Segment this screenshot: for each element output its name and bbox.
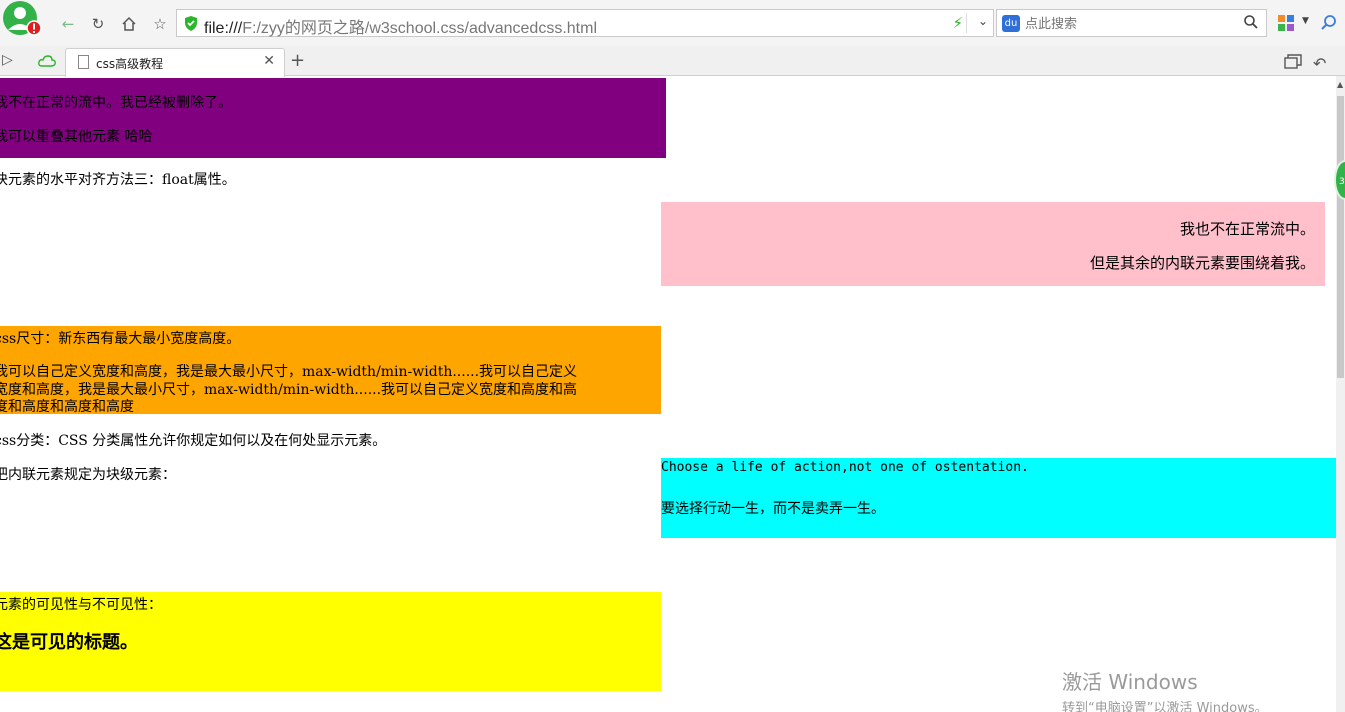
orange-box-title: css尺寸：新东西有最大最小宽度高度。: [0, 331, 241, 347]
speed-mode-icon[interactable]: ⚡: [952, 14, 963, 32]
home-button[interactable]: [117, 12, 141, 36]
address-bar[interactable]: file:///F:/zyy的网页之路/w3school.css/advance…: [176, 9, 994, 37]
scroll-up-icon[interactable]: ▲: [1337, 80, 1343, 89]
purple-absolute-box: 我不在正常的流中。我已经被删除了。 我可以重叠其他元素 哈哈: [0, 78, 666, 158]
tab-strip: ▷ css高级教程 ✕ + ↶: [0, 46, 1345, 77]
float-heading: 块元素的水平对齐方法三：float属性。: [0, 172, 236, 188]
browser-toolbar: ← ↻ ☆ file:///F:/zyy的网页之路/w3school.css/a…: [0, 0, 1345, 46]
cloud-icon[interactable]: [38, 55, 56, 67]
sidebar-toggle-icon[interactable]: ▷: [2, 52, 13, 68]
back-button[interactable]: ←: [56, 12, 80, 36]
restore-tab-icon[interactable]: ↶: [1313, 54, 1331, 73]
bookmark-button[interactable]: ☆: [148, 12, 172, 36]
pink-box-line-2: 但是其余的内联元素要围绕着我。: [1089, 254, 1315, 272]
windows-activation-watermark: 激活 Windows 转到“电脑设置”以激活 Windows。: [1062, 666, 1268, 712]
orange-box-body-3: 度和高度和高度和高度: [0, 399, 134, 414]
user-avatar-icon[interactable]: [0, 0, 44, 40]
new-tab-button[interactable]: +: [290, 50, 305, 71]
close-icon[interactable]: ✕: [263, 53, 275, 69]
url-host: file:///: [204, 20, 243, 37]
scrollbar-thumb[interactable]: [1337, 96, 1344, 378]
watermark-subtitle: 转到“电脑设置”以激活 Windows。: [1062, 701, 1268, 712]
orange-size-box: css尺寸：新东西有最大最小宽度高度。 我可以自己定义宽度和高度，我是最大最小尺…: [0, 326, 661, 414]
yellow-box-line-1: 元素的可见性与不可见性：: [0, 597, 162, 613]
pink-box-line-1: 我也不在正常流中。: [1179, 220, 1315, 238]
tab-title: css高级教程: [96, 57, 164, 71]
purple-box-line-1: 我不在正常的流中。我已经被删除了。: [0, 95, 232, 111]
url-text[interactable]: file:///F:/zyy的网页之路/w3school.css/advance…: [204, 14, 597, 38]
yellow-visibility-box: 元素的可见性与不可见性： 这是可见的标题。: [0, 592, 661, 691]
back-arrow-icon: ←: [61, 15, 75, 33]
tab-active[interactable]: css高级教程 ✕: [65, 48, 285, 77]
address-divider: [966, 13, 967, 33]
zoom-search-icon[interactable]: [1319, 13, 1339, 33]
star-icon: ☆: [153, 15, 167, 33]
page-viewport: 我不在正常的流中。我已经被删除了。 我可以重叠其他元素 哈哈 块元素的水平对齐方…: [0, 76, 1336, 712]
secure-shield-icon: [185, 16, 197, 31]
document-icon: [78, 55, 89, 69]
apps-dropdown-icon[interactable]: ▼: [1302, 16, 1309, 26]
reload-button[interactable]: ↻: [86, 12, 110, 36]
watermark-title: 激活 Windows: [1062, 670, 1198, 694]
purple-box-line-2: 我可以重叠其他元素 哈哈: [0, 129, 153, 145]
search-engine-icon[interactable]: du: [1002, 15, 1020, 32]
pink-float-box: 我也不在正常流中。 但是其余的内联元素要围绕着我。: [661, 202, 1325, 286]
search-box[interactable]: du: [996, 9, 1267, 37]
orange-box-body-1: 我可以自己定义宽度和高度，我是最大最小尺寸，max-width/min-widt…: [0, 364, 578, 380]
visible-heading: 这是可见的标题。: [0, 632, 138, 653]
reload-icon: ↻: [91, 15, 105, 33]
classify-text: css分类：CSS 分类属性允许你规定如何以及在何处显示元素。: [0, 433, 387, 449]
search-input[interactable]: [1025, 14, 1225, 34]
apps-grid-icon[interactable]: [1276, 13, 1296, 33]
tab-list-icon[interactable]: [1284, 54, 1302, 70]
url-path: F:/zyy的网页之路/w3school.css/advancedcss.htm…: [242, 20, 598, 37]
home-icon: [122, 16, 136, 31]
search-icon[interactable]: [1243, 14, 1259, 30]
chevron-down-icon[interactable]: ⌄: [978, 14, 988, 28]
inline-block-text: 把内联元素规定为块级元素：: [0, 467, 176, 483]
cyan-box-line-1: Choose a life of action,not one of osten…: [661, 460, 1029, 475]
cyan-quote-box: Choose a life of action,not one of osten…: [661, 458, 1336, 538]
cyan-box-line-2: 要选择行动一生，而不是卖弄一生。: [661, 501, 885, 517]
